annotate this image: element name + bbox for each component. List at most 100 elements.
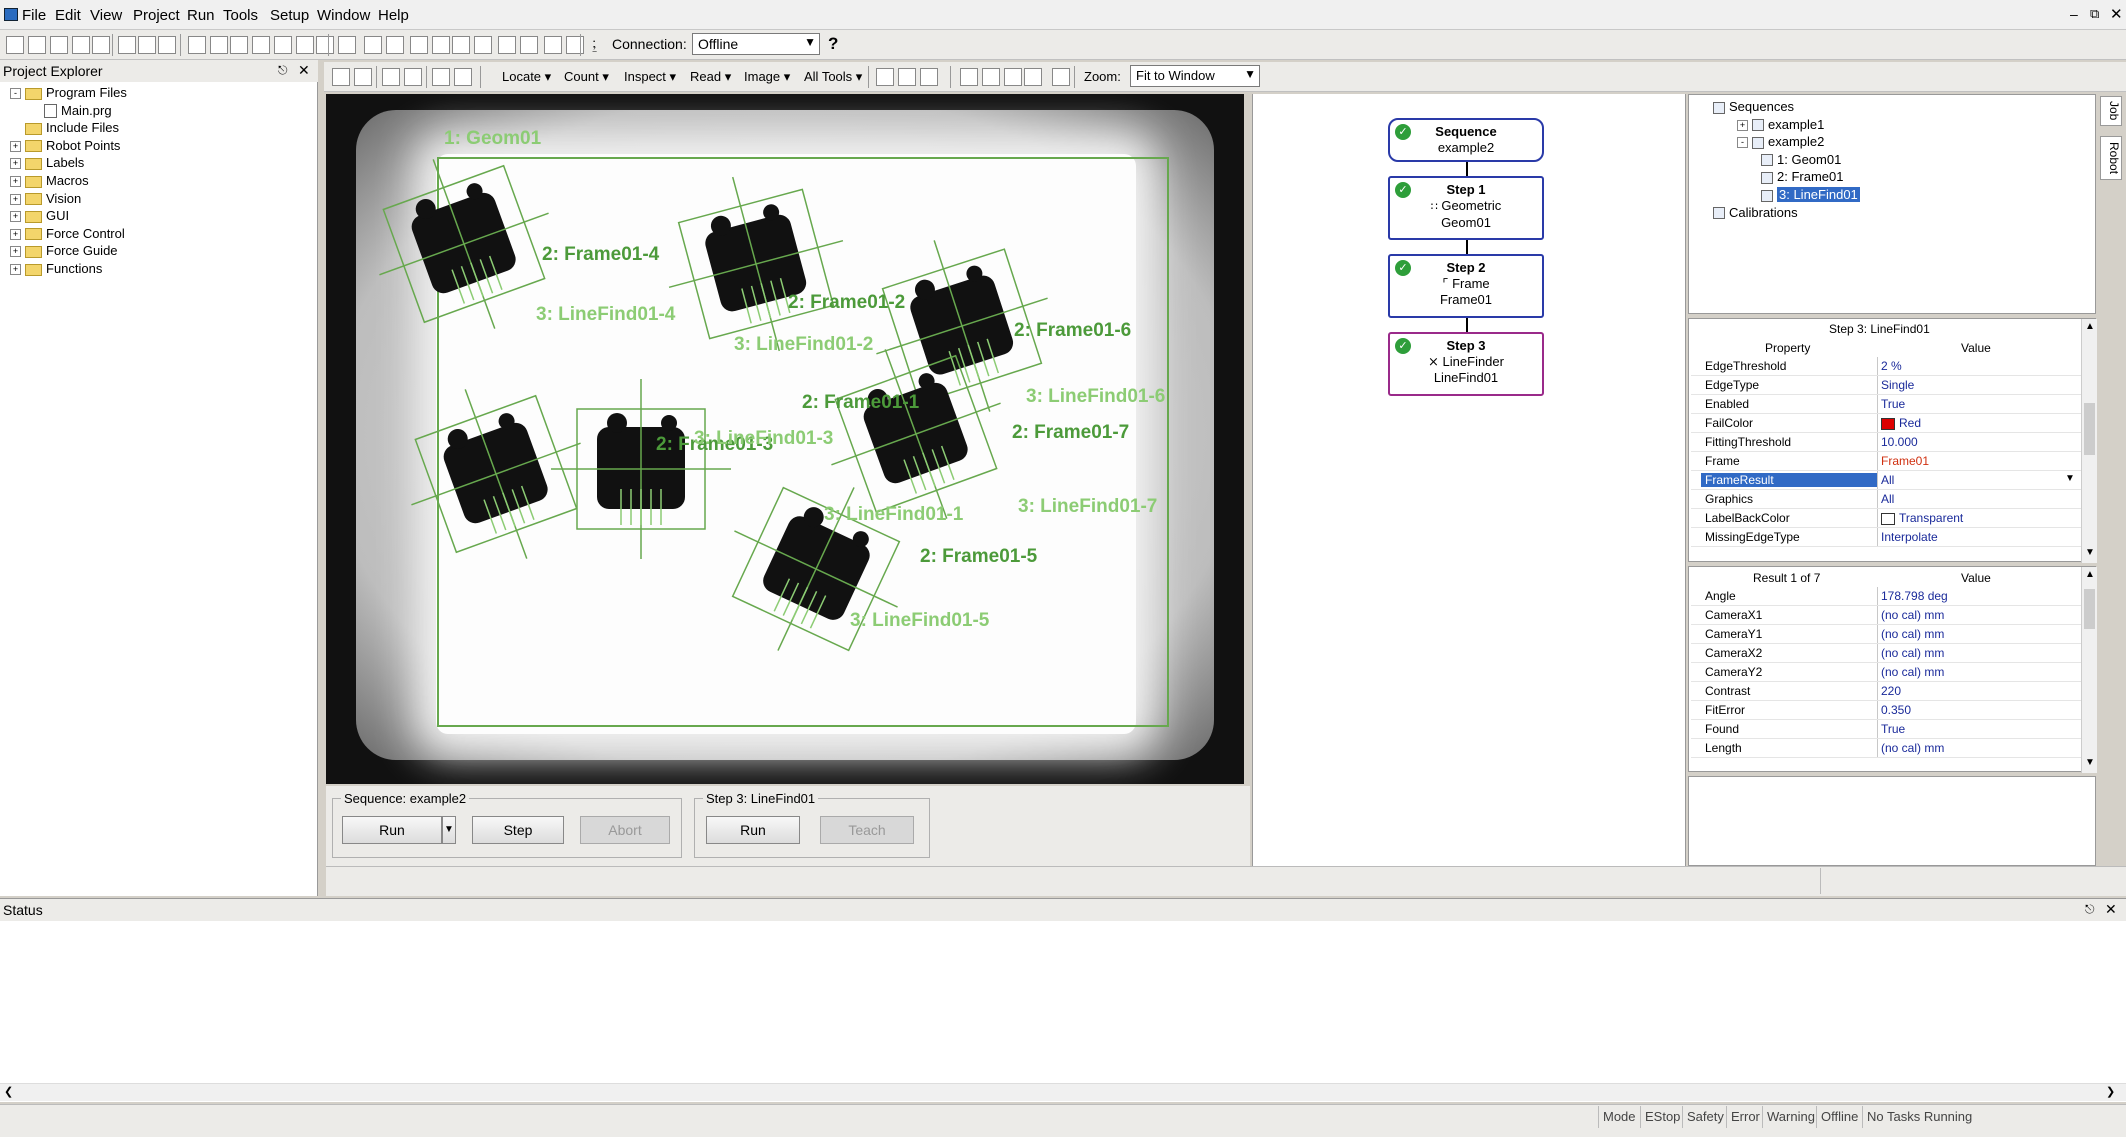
properties-scrollbar[interactable]: ▲ ▼ xyxy=(2081,319,2097,563)
chart-icon[interactable] xyxy=(960,68,978,86)
scroll-right-icon[interactable]: ❯ xyxy=(2106,1085,2115,1098)
all-tools-menu[interactable]: All Tools ▾ xyxy=(804,69,862,85)
pan-icon[interactable] xyxy=(404,68,422,86)
stats-icon[interactable] xyxy=(982,68,1000,86)
tree-item-macros[interactable]: + Macros xyxy=(10,173,89,188)
grid-row[interactable]: EdgeThreshold 2 % xyxy=(1691,357,2081,376)
scroll-down-icon[interactable]: ▼ xyxy=(2085,757,2095,768)
list-icon[interactable] xyxy=(188,36,206,54)
grid-row[interactable]: CameraX2 (no cal) mm xyxy=(1691,644,2081,663)
sequence-run-dropdown[interactable]: ▼ xyxy=(442,816,456,844)
flow-step-3[interactable]: ✓ Step 3 ⨯ LineFinder LineFind01 xyxy=(1388,332,1544,396)
menu-run[interactable]: Run xyxy=(187,7,215,24)
read-menu[interactable]: Read ▾ xyxy=(690,69,731,85)
grid-row[interactable]: FailColor Red xyxy=(1691,414,2081,433)
io-icon[interactable] xyxy=(452,36,470,54)
save-all-icon[interactable] xyxy=(50,36,68,54)
scroll-up-icon[interactable]: ▲ xyxy=(2085,569,2095,580)
menu-file[interactable]: File xyxy=(22,7,46,24)
grid-row[interactable]: Found True xyxy=(1691,720,2081,739)
select-icon[interactable] xyxy=(382,68,400,86)
color-icon[interactable] xyxy=(920,68,938,86)
build-icon[interactable] xyxy=(316,36,334,54)
scroll-up-icon[interactable]: ▲ xyxy=(2085,321,2095,332)
grid-row[interactable]: CameraY1 (no cal) mm xyxy=(1691,625,2081,644)
grid-row[interactable]: Enabled True xyxy=(1691,395,2081,414)
open-icon[interactable] xyxy=(28,36,46,54)
menu-window[interactable]: Window xyxy=(317,7,370,24)
histogram-icon[interactable] xyxy=(898,68,916,86)
scroll-left-icon[interactable]: ❮ xyxy=(4,1085,13,1098)
flow-step-1[interactable]: ✓ Step 1 ∷ Geometric Geom01 xyxy=(1388,176,1544,240)
tree-item-labels[interactable]: + Labels xyxy=(10,155,84,170)
region-icon[interactable] xyxy=(454,68,472,86)
zoom-select[interactable]: Fit to Window ▼ xyxy=(1130,65,1260,87)
expand-icon[interactable]: - xyxy=(10,88,21,100)
camera-icon[interactable] xyxy=(432,36,450,54)
menu-setup[interactable]: Setup xyxy=(270,7,309,24)
menu-view[interactable]: View xyxy=(90,7,122,24)
locate-menu[interactable]: Locate ▾ xyxy=(502,69,551,85)
seq-tree-item[interactable]: 1: Geom01 xyxy=(1761,152,1841,167)
jog-icon[interactable] xyxy=(474,36,492,54)
sequence-step-button[interactable]: Step xyxy=(472,816,564,844)
expand-icon[interactable]: - xyxy=(1737,137,1748,149)
minimize-icon[interactable]: – xyxy=(2070,6,2078,22)
help-button[interactable]: ? xyxy=(828,34,838,54)
zoom-in-icon[interactable] xyxy=(332,68,350,86)
expand-icon[interactable]: + xyxy=(1737,119,1748,131)
step-run-button[interactable]: Run xyxy=(706,816,800,844)
grid-row[interactable]: CameraY2 (no cal) mm xyxy=(1691,663,2081,682)
close-icon[interactable]: ✕ xyxy=(2110,5,2123,23)
copy-icon[interactable] xyxy=(138,36,156,54)
close-panel-icon[interactable]: ✕ xyxy=(2105,901,2117,918)
table-icon[interactable] xyxy=(210,36,228,54)
flow-step-2[interactable]: ✓ Step 2 ⌜ Frame Frame01 xyxy=(1388,254,1544,318)
grid-row[interactable]: CameraX1 (no cal) mm xyxy=(1691,606,2081,625)
expand-icon[interactable]: + xyxy=(10,158,21,170)
expand-icon[interactable]: + xyxy=(10,193,21,205)
grid-row[interactable]: Contrast 220 xyxy=(1691,682,2081,701)
grid-row[interactable]: Graphics All xyxy=(1691,490,2081,509)
scroll-down-icon[interactable]: ▼ xyxy=(2085,547,2095,558)
sequence-icon[interactable] xyxy=(1004,68,1022,86)
tree-item-force-guide[interactable]: + Force Guide xyxy=(10,243,118,258)
status-hscrollbar[interactable]: ❮ ❯ xyxy=(0,1083,2126,1101)
close-panel-icon[interactable]: ✕ xyxy=(298,62,310,79)
expand-icon[interactable]: + xyxy=(10,176,21,188)
sequence-abort-button[interactable]: Abort xyxy=(580,816,670,844)
flow-sequence[interactable]: ✓ Sequence example2 xyxy=(1388,118,1544,162)
paste-icon[interactable] xyxy=(158,36,176,54)
teach-button[interactable]: Teach xyxy=(820,816,914,844)
new-icon[interactable] xyxy=(6,36,24,54)
scroll-thumb[interactable] xyxy=(2084,403,2095,455)
chevron-down-icon[interactable]: ▼ xyxy=(2065,473,2075,484)
tree-item-program-files[interactable]: - Program Files xyxy=(10,85,127,100)
sequence-run-button[interactable]: Run xyxy=(342,816,442,844)
menu-project[interactable]: Project xyxy=(133,7,180,24)
grid-row[interactable]: Angle 178.798 deg xyxy=(1691,587,2081,606)
scroll-thumb[interactable] xyxy=(2084,589,2095,629)
vision-image[interactable]: 1: Geom01 2: Frame01-4 2: Frame01-2 2: Fram… xyxy=(326,94,1244,784)
side-tab-robot[interactable]: Robot xyxy=(2100,136,2122,180)
outdent-icon[interactable] xyxy=(252,36,270,54)
connection-select[interactable]: Offline ▼ xyxy=(692,33,820,55)
tree-item-vision[interactable]: + Vision xyxy=(10,191,81,206)
expand-icon[interactable]: + xyxy=(10,264,21,276)
tree-item-gui[interactable]: + GUI xyxy=(10,208,69,223)
count-menu[interactable]: Count ▾ xyxy=(564,69,609,85)
restore-icon[interactable]: ⧉ xyxy=(2090,6,2099,22)
calibration-icon[interactable] xyxy=(1052,68,1070,86)
seq-tree-item[interactable]: - example2 xyxy=(1737,134,1824,149)
edit-icon[interactable] xyxy=(498,36,516,54)
side-tab-job[interactable]: Job xyxy=(2100,96,2122,126)
pin-icon[interactable]: ⎋ xyxy=(2085,902,2095,917)
download-icon[interactable] xyxy=(410,36,428,54)
grid-icon[interactable] xyxy=(364,36,382,54)
seq-tree-item[interactable]: Calibrations xyxy=(1713,205,1798,220)
grid-row[interactable]: LabelBackColor Transparent xyxy=(1691,509,2081,528)
bookmark-icon[interactable] xyxy=(274,36,292,54)
expand-icon[interactable]: + xyxy=(10,211,21,223)
grid-row[interactable]: FrameResult All ▼ xyxy=(1691,471,2081,490)
pin-icon[interactable]: ⎋ xyxy=(278,63,288,78)
